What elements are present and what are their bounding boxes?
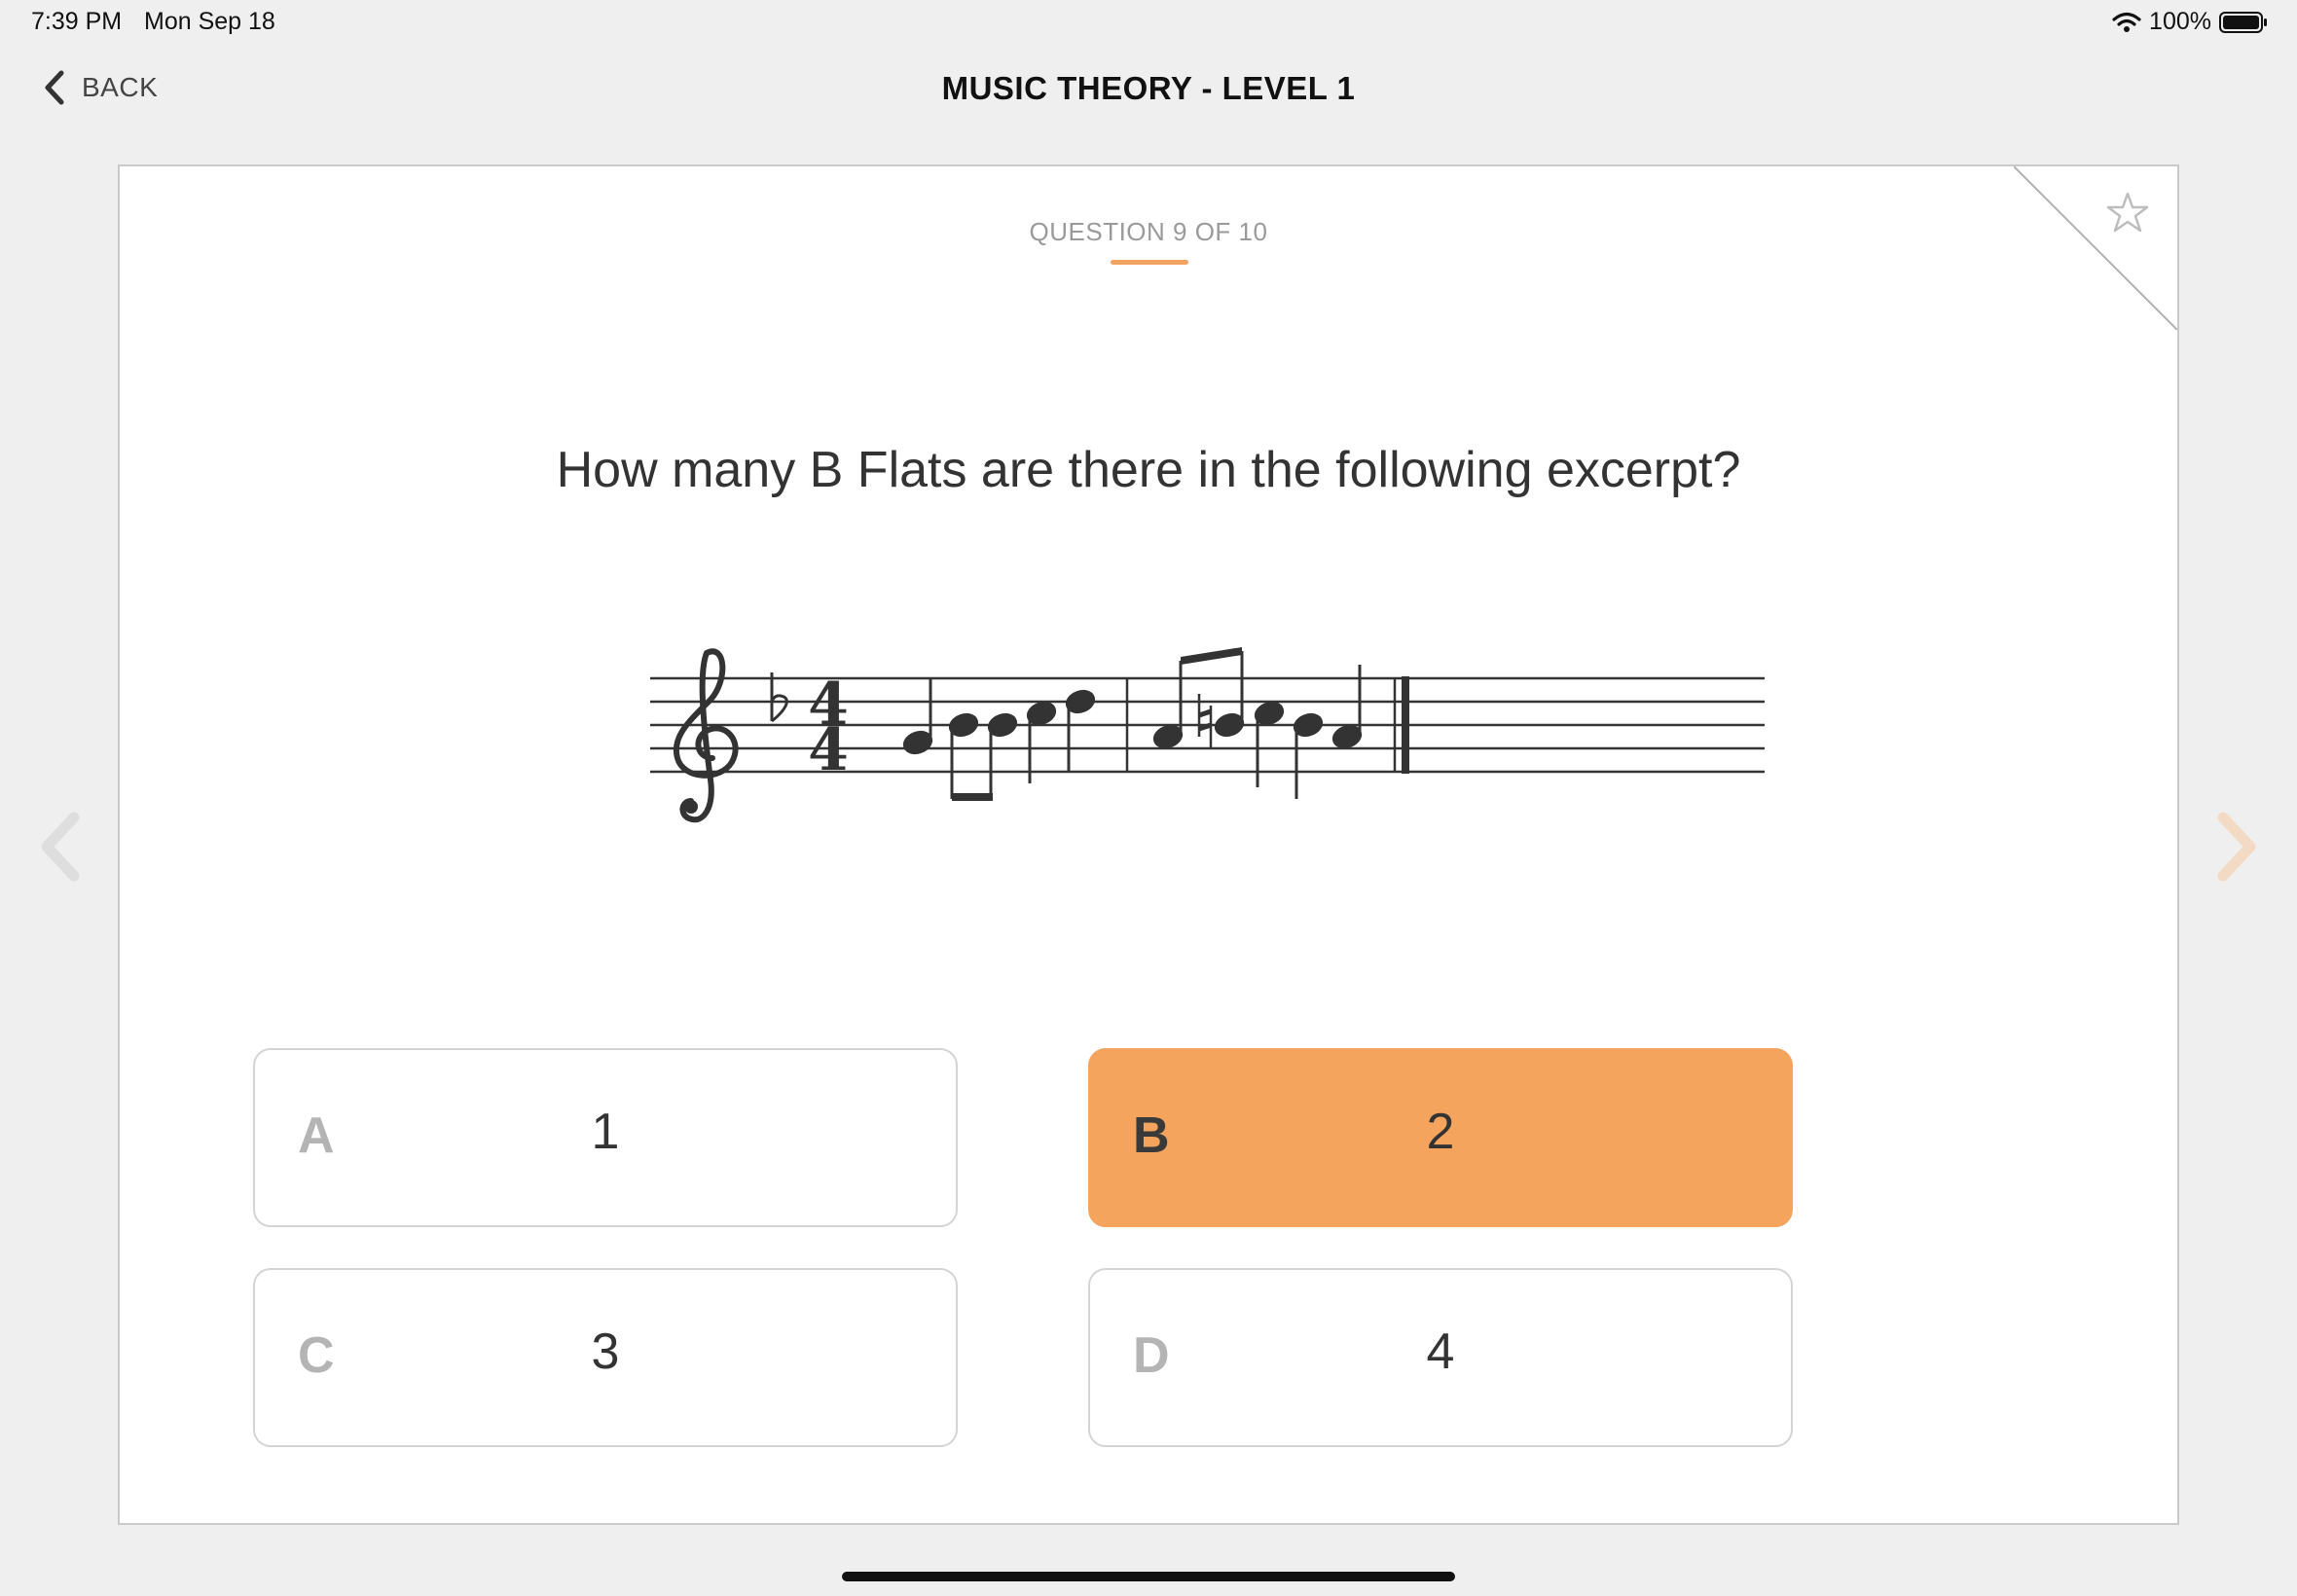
option-value: 1	[591, 1104, 620, 1160]
status-time: 7:39 PM	[31, 8, 123, 35]
counter-underline	[1111, 260, 1188, 265]
time-signature-bottom: 4	[808, 716, 849, 784]
next-arrow-icon[interactable]	[2207, 808, 2266, 886]
status-bar: 7:39 PM Mon Sep 18 100%	[0, 0, 2297, 47]
option-value: 4	[1426, 1324, 1455, 1380]
battery-icon	[2219, 11, 2267, 33]
answer-option-d[interactable]: D 4	[1088, 1268, 1793, 1447]
nav-bar: BACK MUSIC THEORY - LEVEL 1	[0, 58, 2297, 117]
answer-option-c[interactable]: C 3	[253, 1268, 958, 1447]
status-indicators: 100%	[2112, 8, 2268, 36]
question-card: QUESTION 9 OF 10 How many B Flats are th…	[118, 164, 2179, 1525]
question-counter: QUESTION 9 OF 10	[1029, 217, 1268, 246]
answer-option-a[interactable]: A 1	[253, 1048, 958, 1227]
answer-option-b[interactable]: B 2	[1088, 1048, 1793, 1227]
page-title: MUSIC THEORY - LEVEL 1	[941, 70, 1356, 106]
flat-key-signature	[770, 672, 788, 723]
bookmark-corner	[2014, 166, 2177, 330]
option-value: 2	[1426, 1104, 1455, 1160]
previous-arrow-icon[interactable]	[31, 808, 90, 886]
music-excerpt: 4 4	[650, 647, 1765, 823]
option-value: 3	[591, 1324, 620, 1380]
wifi-icon	[2112, 12, 2141, 32]
status-date: Mon Sep 18	[144, 8, 275, 35]
battery-percent: 100%	[2149, 8, 2211, 35]
home-indicator[interactable]	[842, 1572, 1455, 1581]
treble-clef	[673, 648, 739, 823]
question-text: How many B Flats are there in the follow…	[556, 442, 1741, 498]
